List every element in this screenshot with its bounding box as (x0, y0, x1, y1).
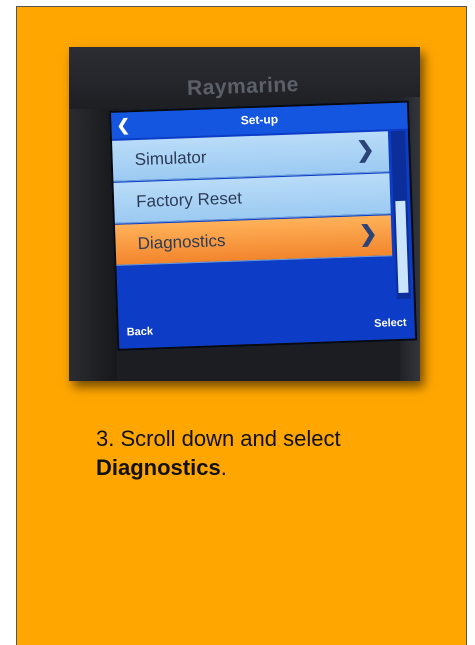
device-screen: ❮ Set-up Simulator ❯ Factory Reset Diagn… (109, 100, 418, 351)
scroll-thumb[interactable] (395, 200, 409, 294)
instruction-caption: 3. Scroll down and select Diagnostics. (96, 424, 436, 482)
caption-suffix: . (220, 455, 227, 480)
chevron-right-icon: ❯ (355, 136, 375, 163)
menu-item-label: Factory Reset (135, 188, 243, 212)
chevron-right-icon: ❯ (358, 220, 378, 247)
menu-item-label: Simulator (134, 147, 207, 170)
scrollbar[interactable] (390, 130, 411, 300)
softkey-select[interactable]: Select (374, 317, 407, 330)
instruction-card: Raymarine ❮ Set-up Simulator ❯ Factory R… (16, 6, 467, 645)
device-photo: Raymarine ❮ Set-up Simulator ❯ Factory R… (69, 47, 420, 381)
caption-text: 3. Scroll down and select (96, 426, 341, 451)
caption-emphasis: Diagnostics (96, 455, 221, 480)
menu-item-diagnostics[interactable]: Diagnostics ❯ (114, 215, 393, 266)
brand-logo: Raymarine (186, 73, 300, 100)
softkey-back[interactable]: Back (127, 326, 154, 339)
screen-title: Set-up (240, 112, 279, 128)
menu-item-label: Diagnostics (137, 231, 226, 254)
